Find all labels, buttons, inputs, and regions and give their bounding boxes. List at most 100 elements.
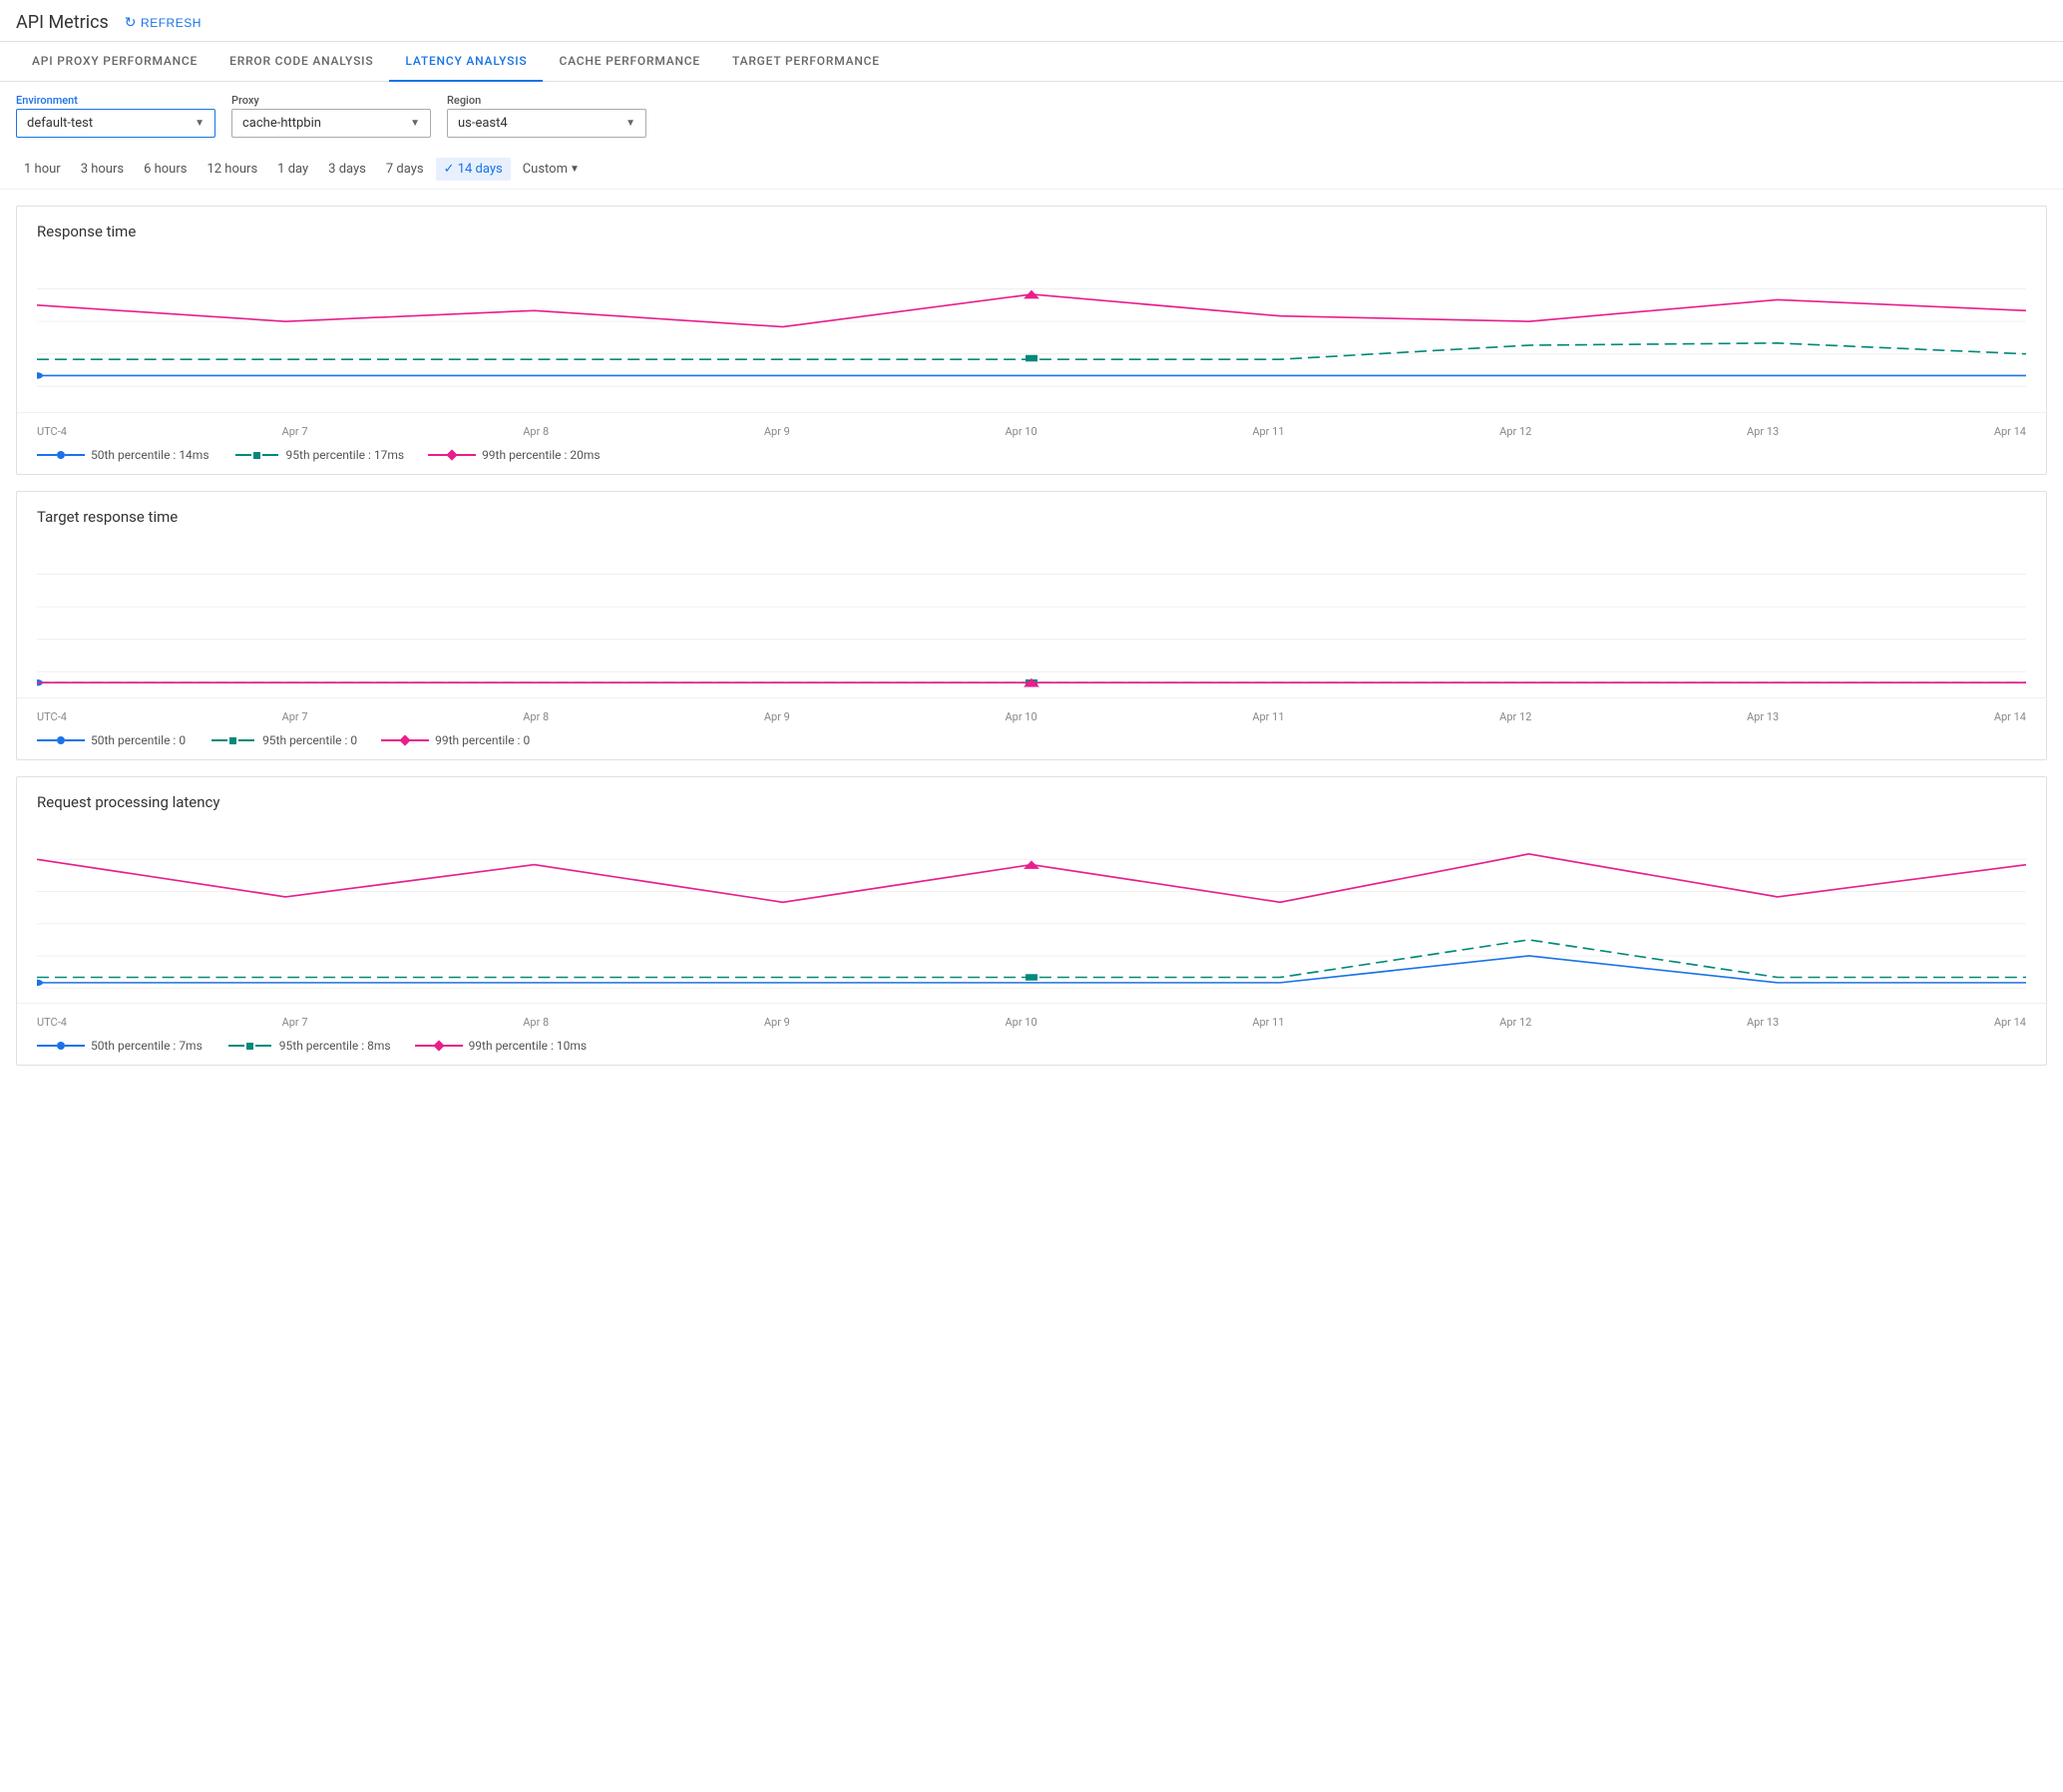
proxy-arrow-icon: ▼ [410, 118, 420, 129]
proxy-value: cache-httpbin [242, 116, 321, 131]
target-response-footer: UTC-4 Apr 7 Apr 8 Apr 9 Apr 10 Apr 11 Ap… [17, 697, 2046, 759]
legend-50th: 50th percentile : 14ms [37, 448, 209, 462]
time-1day[interactable]: 1 day [269, 158, 316, 181]
legend-target-blue-dot [57, 736, 65, 744]
legend-proc-teal-square [246, 1043, 253, 1050]
page-title: API Metrics [16, 12, 109, 33]
region-arrow-icon: ▼ [625, 118, 635, 129]
tab-latency[interactable]: LATENCY ANALYSIS [389, 42, 543, 82]
tab-error-code[interactable]: ERROR CODE ANALYSIS [213, 42, 389, 82]
legend-proc-50th: 50th percentile : 7ms [37, 1039, 203, 1053]
page-header: API Metrics ↻ REFRESH [0, 0, 2063, 42]
legend-proc-blue-line2 [65, 1045, 85, 1047]
tab-target[interactable]: TARGET PERFORMANCE [716, 42, 896, 82]
custom-arrow-icon: ▼ [570, 164, 580, 175]
request-processing-chart: Request processing latency UTC-4 Apr 7 A… [16, 776, 2047, 1066]
time-3days[interactable]: 3 days [320, 158, 374, 181]
legend-pink-diamond [446, 449, 457, 460]
response-time-chart: Response time UTC-4 Apr 7 Apr 8 Apr 9 Ap… [16, 206, 2047, 475]
region-filter-group: Region us-east4 ▼ [447, 94, 646, 138]
legend-proc-50th-label: 50th percentile : 7ms [91, 1039, 203, 1053]
legend-99th-label: 99th percentile : 20ms [482, 448, 601, 462]
time-14days[interactable]: ✓ 14 days [436, 158, 511, 181]
legend-teal-dash [235, 454, 251, 456]
time-7days[interactable]: 7 days [378, 158, 432, 181]
legend-50th-label: 50th percentile : 14ms [91, 448, 209, 462]
region-label: Region [447, 94, 646, 107]
environment-filter-group: Environment default-test ▼ [16, 94, 215, 138]
time-12hours[interactable]: 12 hours [199, 158, 265, 181]
time-filter-bar: 1 hour 3 hours 6 hours 12 hours 1 day 3 … [0, 150, 2063, 190]
request-processing-x-labels: UTC-4 Apr 7 Apr 8 Apr 9 Apr 10 Apr 11 Ap… [37, 1012, 2026, 1033]
target-response-legend: 50th percentile : 0 95th percentile : 0 … [37, 733, 2026, 747]
request-processing-legend: 50th percentile : 7ms 95th percentile : … [37, 1039, 2026, 1053]
legend-teal-square [253, 452, 260, 459]
legend-target-teal-square [229, 737, 236, 744]
response-time-area [17, 248, 2046, 408]
legend-proc-95th: 95th percentile : 8ms [226, 1039, 391, 1053]
tab-api-proxy[interactable]: API PROXY PERFORMANCE [16, 42, 213, 82]
legend-target-pink-diamond [399, 734, 410, 745]
legend-target-95th-label: 95th percentile : 0 [262, 733, 357, 747]
legend-proc-99th-label: 99th percentile : 10ms [469, 1039, 588, 1053]
legend-target-pink-line2 [409, 739, 429, 741]
legend-target-99th: 99th percentile : 0 [381, 733, 530, 747]
legend-blue-line [37, 454, 57, 456]
refresh-button[interactable]: ↻ REFRESH [125, 14, 202, 31]
proxy-label: Proxy [231, 94, 431, 107]
request-processing-title: Request processing latency [17, 777, 2046, 819]
legend-proc-pink-line [415, 1045, 435, 1047]
region-value: us-east4 [458, 116, 508, 131]
refresh-icon: ↻ [125, 14, 137, 31]
legend-proc-pink-line2 [443, 1045, 463, 1047]
legend-proc-95th-label: 95th percentile : 8ms [279, 1039, 391, 1053]
environment-arrow-icon: ▼ [195, 118, 205, 129]
environment-select[interactable]: default-test ▼ [16, 109, 215, 138]
time-1hour[interactable]: 1 hour [16, 158, 69, 181]
legend-95th: 95th percentile : 17ms [233, 448, 405, 462]
response-time-x-labels: UTC-4 Apr 7 Apr 8 Apr 9 Apr 10 Apr 11 Ap… [37, 421, 2026, 442]
target-response-chart: Target response time UTC-4 Apr 7 Apr 8 A… [16, 491, 2047, 760]
legend-proc-pink-diamond [433, 1040, 444, 1051]
legend-95th-label: 95th percentile : 17ms [286, 448, 405, 462]
target-response-title: Target response time [17, 492, 2046, 534]
target-response-x-labels: UTC-4 Apr 7 Apr 8 Apr 9 Apr 10 Apr 11 Ap… [37, 706, 2026, 727]
response-time-footer: UTC-4 Apr 7 Apr 8 Apr 9 Apr 10 Apr 11 Ap… [17, 412, 2046, 474]
legend-pink-line2 [456, 454, 476, 456]
proxy-filter-group: Proxy cache-httpbin ▼ [231, 94, 431, 138]
request-processing-footer: UTC-4 Apr 7 Apr 8 Apr 9 Apr 10 Apr 11 Ap… [17, 1003, 2046, 1065]
legend-proc-99th: 99th percentile : 10ms [415, 1039, 588, 1053]
legend-target-blue-line2 [65, 739, 85, 741]
proxy-select[interactable]: cache-httpbin ▼ [231, 109, 431, 138]
target-response-svg [37, 542, 2026, 693]
legend-blue-line2 [65, 454, 85, 456]
time-3hours[interactable]: 3 hours [73, 158, 132, 181]
legend-target-99th-label: 99th percentile : 0 [435, 733, 530, 747]
legend-target-50th-label: 50th percentile : 0 [91, 733, 186, 747]
tab-cache[interactable]: CACHE PERFORMANCE [543, 42, 716, 82]
legend-proc-blue-line [37, 1045, 57, 1047]
legend-target-teal-dash2 [238, 739, 254, 741]
tab-bar: API PROXY PERFORMANCE ERROR CODE ANALYSI… [0, 42, 2063, 82]
legend-99th: 99th percentile : 20ms [428, 448, 601, 462]
request-processing-area [17, 819, 2046, 999]
legend-proc-teal-dash2 [255, 1045, 271, 1047]
environment-label: Environment [16, 94, 215, 107]
legend-blue-dot [57, 451, 65, 459]
refresh-label: REFRESH [141, 16, 202, 30]
environment-value: default-test [27, 116, 93, 131]
legend-target-95th: 95th percentile : 0 [209, 733, 357, 747]
legend-target-teal-dash [211, 739, 227, 741]
time-6hours[interactable]: 6 hours [136, 158, 195, 181]
time-custom[interactable]: Custom ▼ [515, 158, 588, 181]
filter-row: Environment default-test ▼ Proxy cache-h… [0, 82, 2063, 150]
request-processing-svg [37, 827, 2026, 999]
response-time-legend: 50th percentile : 14ms 95th percentile :… [37, 448, 2026, 462]
region-select[interactable]: us-east4 ▼ [447, 109, 646, 138]
legend-target-blue-line [37, 739, 57, 741]
legend-teal-dash2 [262, 454, 278, 456]
legend-proc-teal-dash [228, 1045, 244, 1047]
target-response-area [17, 534, 2046, 693]
legend-target-50th: 50th percentile : 0 [37, 733, 186, 747]
response-time-title: Response time [17, 207, 2046, 248]
